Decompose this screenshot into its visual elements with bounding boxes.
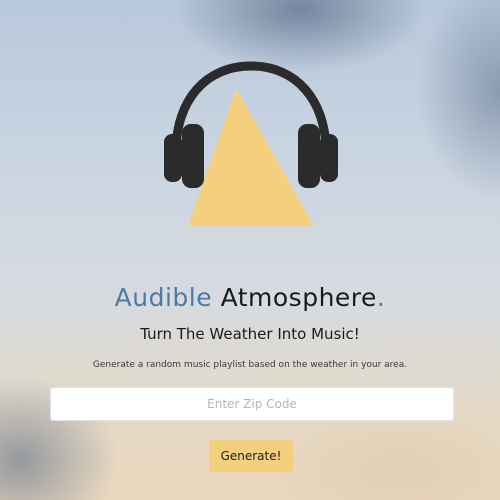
- title-dot: .: [376, 283, 386, 312]
- headphones-logo-icon: [164, 61, 338, 226]
- description: Generate a random music playlist based o…: [92, 360, 408, 370]
- logo-right-earcup-inner: [298, 124, 320, 188]
- title-word-audible: Audible: [114, 283, 213, 312]
- logo-left-earcup-outer: [164, 134, 182, 182]
- app-title: Audible Atmosphere.: [0, 283, 500, 312]
- zip-code-input[interactable]: [50, 387, 454, 421]
- logo-right-earcup-outer: [320, 134, 338, 182]
- title-word-atmosphere: Atmosphere: [220, 283, 377, 312]
- generate-button[interactable]: Generate!: [209, 440, 293, 472]
- tagline: Turn The Weather Into Music!: [140, 325, 360, 343]
- logo-triangle: [188, 88, 314, 226]
- page: Audible Atmosphere. Turn The Weather Int…: [0, 0, 500, 500]
- logo-left-earcup-inner: [182, 124, 204, 188]
